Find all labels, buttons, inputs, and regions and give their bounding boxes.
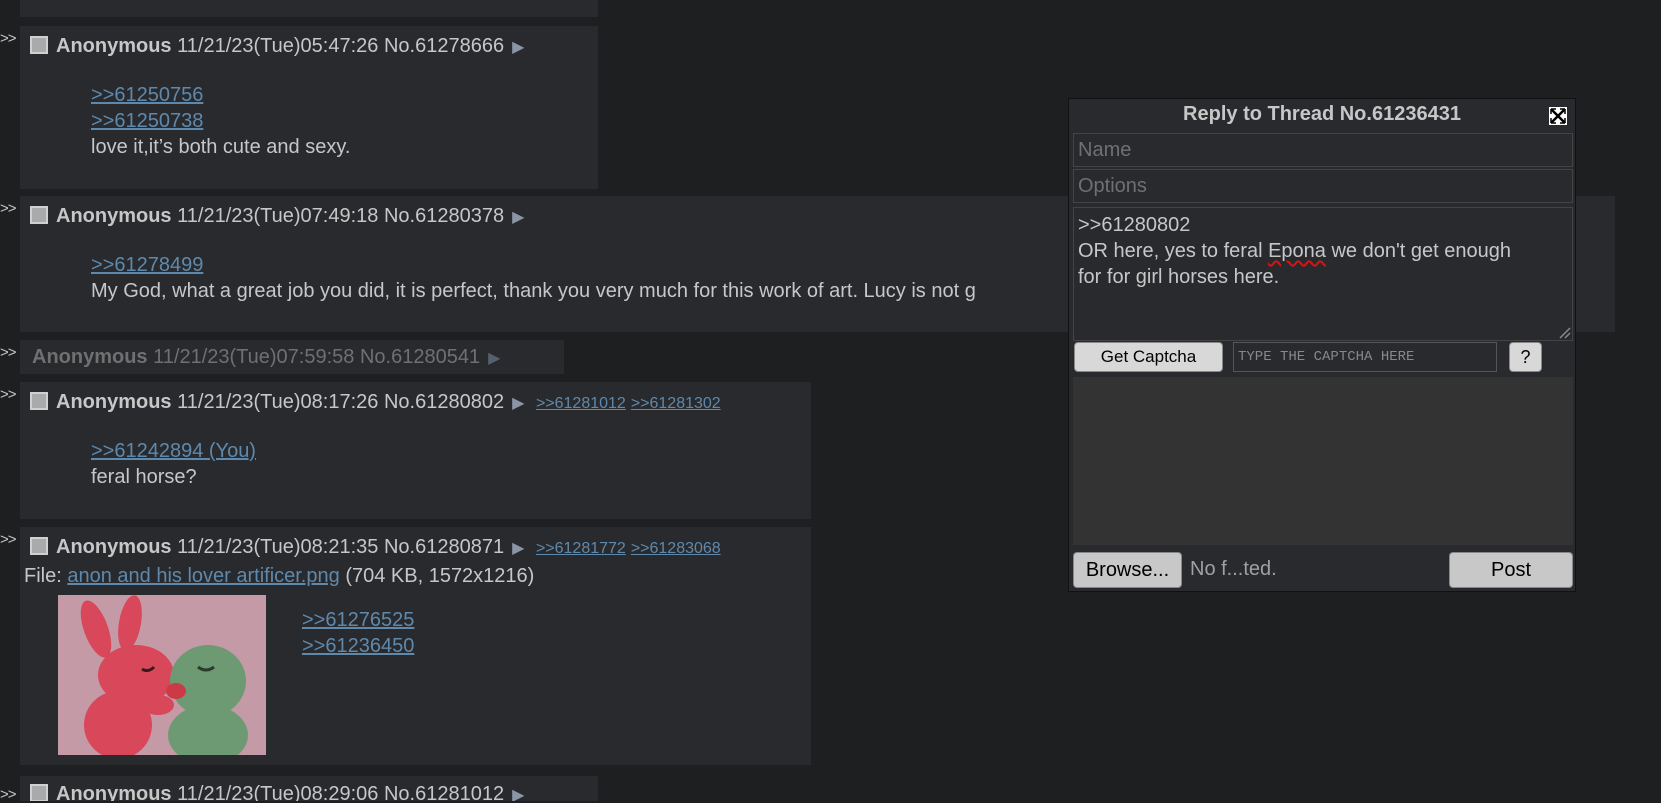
post-checkbox[interactable] <box>30 392 48 410</box>
resize-handle-icon[interactable] <box>1555 323 1571 339</box>
post-menu-icon[interactable]: ▶ <box>488 342 500 376</box>
close-icon[interactable] <box>1549 107 1567 125</box>
poster-name: Anonymous <box>56 205 172 227</box>
comment-line: >>61280802 <box>1078 214 1191 236</box>
comment-text: OR here, yes to feral <box>1078 240 1269 262</box>
name-field[interactable] <box>1073 133 1573 167</box>
browse-button[interactable]: Browse... <box>1073 552 1182 588</box>
comment-field[interactable]: >>61280802 OR here, yes to feral Epona w… <box>1073 207 1573 341</box>
quote-link[interactable]: >>61276525 <box>302 607 414 633</box>
post-datetime: 11/21/23(Tue)05:47:26 <box>177 35 379 57</box>
post-button[interactable]: Post <box>1449 552 1573 588</box>
post-number[interactable]: No.61281012 <box>384 783 504 801</box>
post-checkbox[interactable] <box>30 206 48 224</box>
quote-link[interactable]: >>61250738 <box>91 108 350 134</box>
file-info: File: anon and his lover artificer.png (… <box>24 565 534 588</box>
post <box>20 0 598 17</box>
poster-name: Anonymous <box>32 346 148 368</box>
poster-name: Anonymous <box>56 783 172 801</box>
poster-name: Anonymous <box>56 536 172 558</box>
quote-link[interactable]: >>61236450 <box>302 633 414 659</box>
post-number[interactable]: No.61280378 <box>384 205 504 227</box>
hidden-post-header[interactable]: Anonymous 11/21/23(Tue)07:59:58 No.61280… <box>20 340 564 374</box>
post-body: >>61278499 My God, what a great job you … <box>91 252 976 304</box>
post-arrow: >> <box>0 30 17 47</box>
poster-name: Anonymous <box>56 391 172 413</box>
quick-reply-window[interactable]: Reply to Thread No.61236431 >>61280802 O… <box>1068 98 1576 592</box>
post-body: >>61250756 >>61250738 love it,it’s both … <box>91 82 350 160</box>
post-menu-icon[interactable]: ▶ <box>512 392 524 416</box>
captcha-help-button[interactable]: ? <box>1509 342 1542 372</box>
file-link[interactable]: anon and his lover artificer.png <box>67 565 339 587</box>
quote-link[interactable]: >>61278499 <box>91 252 976 278</box>
get-captcha-button[interactable]: Get Captcha <box>1074 342 1223 372</box>
quote-link[interactable]: >>61242894 (You) <box>91 438 256 464</box>
post-arrow: >> <box>0 344 17 361</box>
backlink[interactable]: >>61281012 <box>536 395 626 412</box>
post-menu-icon[interactable]: ▶ <box>512 206 524 230</box>
post-arrow: >> <box>0 200 17 217</box>
post-body: >>61276525 >>61236450 <box>302 607 414 659</box>
quick-reply-title[interactable]: Reply to Thread No.61236431 <box>1069 103 1575 126</box>
captcha-input[interactable]: TYPE THE CAPTCHA HERE <box>1233 342 1497 372</box>
file-status: No f...ted. <box>1190 558 1277 580</box>
file-meta: (704 KB, 1572x1216) <box>345 565 535 587</box>
post-header: Anonymous 11/21/23(Tue)05:47:26 No.61278… <box>30 34 524 60</box>
post-text: feral horse? <box>91 466 197 488</box>
post-datetime: 11/21/23(Tue)07:59:58 <box>153 346 355 368</box>
post-checkbox[interactable] <box>30 537 48 555</box>
post-header: Anonymous 11/21/23(Tue)07:49:18 No.61280… <box>30 204 524 230</box>
options-field[interactable] <box>1073 169 1573 203</box>
comment-line: for for girl horses here. <box>1078 266 1280 288</box>
post-arrow: >> <box>0 531 17 548</box>
post-menu-icon[interactable]: ▶ <box>512 784 524 801</box>
backlink[interactable]: >>61283068 <box>631 540 721 557</box>
post-header: Anonymous 11/21/23(Tue)08:17:26 No.61280… <box>30 390 721 416</box>
post-text: love it,it’s both cute and sexy. <box>91 136 351 158</box>
post-datetime: 11/21/23(Tue)08:17:26 <box>177 391 379 413</box>
post-body: >>61242894 (You) feral horse? <box>91 438 256 490</box>
post-text: My God, what a great job you did, it is … <box>91 280 976 302</box>
post-checkbox[interactable] <box>30 36 48 54</box>
post-checkbox[interactable] <box>30 784 48 801</box>
post-header: Anonymous 11/21/23(Tue)08:21:35 No.61280… <box>30 535 721 561</box>
backlink[interactable]: >>61281772 <box>536 540 626 557</box>
captcha-area <box>1073 377 1573 545</box>
post-number[interactable]: No.61278666 <box>384 35 504 57</box>
post-datetime: 11/21/23(Tue)08:29:06 <box>177 783 379 801</box>
comment-line: OR here, yes to feral Epona we don't get… <box>1078 238 1568 264</box>
post-number[interactable]: No.61280802 <box>384 391 504 413</box>
post-number[interactable]: No.61280871 <box>384 536 504 558</box>
poster-name: Anonymous <box>56 35 172 57</box>
post: Anonymous 11/21/23(Tue)08:17:26 No.61280… <box>20 382 811 519</box>
post-number[interactable]: No.61280541 <box>360 346 480 368</box>
post-arrow: >> <box>0 386 17 403</box>
post-datetime: 11/21/23(Tue)07:49:18 <box>177 205 379 227</box>
post-header: Anonymous 11/21/23(Tue)08:29:06 No.61281… <box>30 782 524 801</box>
backlink[interactable]: >>61281302 <box>631 395 721 412</box>
quote-link[interactable]: >>61250756 <box>91 82 350 108</box>
post-menu-icon[interactable]: ▶ <box>512 36 524 60</box>
post: Anonymous 11/21/23(Tue)05:47:26 No.61278… <box>20 26 598 189</box>
comment-text: we don't get enough <box>1325 240 1511 262</box>
post: Anonymous 11/21/23(Tue)08:29:06 No.61281… <box>20 776 598 801</box>
file-label: File: <box>24 565 68 587</box>
post: Anonymous 11/21/23(Tue)08:21:35 No.61280… <box>20 527 811 765</box>
post-arrow: >> <box>0 786 17 803</box>
post-menu-icon[interactable]: ▶ <box>512 537 524 561</box>
misspelled-word: Epona <box>1268 240 1326 262</box>
post-datetime: 11/21/23(Tue)08:21:35 <box>177 536 379 558</box>
post-thumbnail[interactable] <box>58 595 266 755</box>
